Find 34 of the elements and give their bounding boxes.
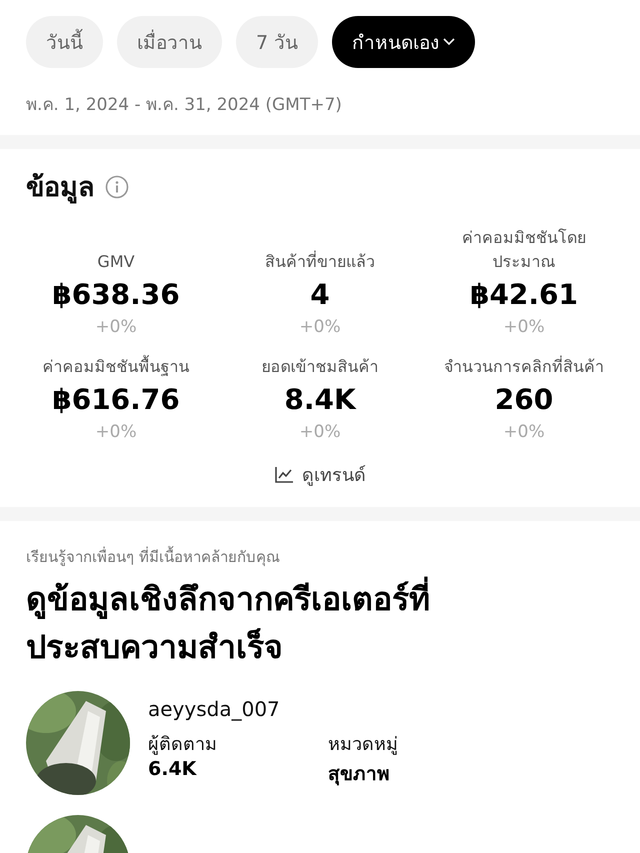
metric-label: ค่าคอมมิชชันพื้นฐาน [42, 355, 190, 378]
metric-change: +0% [299, 317, 341, 337]
date-filter-tab[interactable]: กำหนดเอง [332, 16, 476, 68]
creator-name[interactable]: aeyysda_007 [148, 697, 488, 721]
metric-change: +0% [95, 317, 137, 337]
metric-value: ฿616.76 [52, 383, 180, 416]
date-filter-tab[interactable]: วันนี้ [26, 16, 103, 68]
section-title: ข้อมูล [26, 171, 95, 206]
date-filter-tab[interactable]: เมื่อวาน [117, 16, 222, 68]
stat-label: หมวดหมู่ [328, 733, 399, 757]
metric-value: 4 [310, 278, 330, 311]
stat-value: 6.4K [148, 758, 198, 780]
date-range: พ.ค. 1, 2024 - พ.ค. 31, 2024 (GMT+7) [26, 94, 343, 117]
metric-label: จำนวนการคลิกที่สินค้า [443, 355, 605, 378]
date-filter-tab[interactable]: 7 วัน [236, 16, 318, 68]
metric-label: GMV [96, 251, 136, 273]
metric-value: 260 [494, 383, 554, 416]
metric-label: ค่าคอมมิชชันโดยประมาณ [461, 227, 587, 273]
info-icon[interactable] [105, 174, 129, 198]
section-subtitle: เรียนรู้จากเพื่อนๆ ที่มีเนื้อหาคล้ายกับคุณ [26, 545, 281, 568]
view-trend-link[interactable]: ดูเทรนด์ [274, 460, 366, 489]
metric-label: ยอดเข้าชมสินค้า [260, 356, 380, 378]
stat-value: สุขภาพ [328, 762, 391, 788]
metric-change: +0% [503, 422, 545, 442]
metric-change: +0% [299, 422, 341, 442]
metric-value: 8.4K [284, 383, 356, 416]
line-chart-icon [274, 466, 294, 484]
stat-label: ผู้ติดตาม [148, 733, 218, 757]
metric-value: ฿638.36 [52, 278, 180, 311]
section-heading: ดูข้อมูลเชิงลึกจากครีเอเตอร์ที่ประสบความสำเร็จ [26, 575, 496, 671]
metric-change: +0% [503, 317, 545, 337]
metric-label: สินค้าที่ขายแล้ว [264, 250, 376, 273]
metric-change: +0% [95, 422, 137, 442]
metric-value: ฿42.61 [470, 278, 578, 311]
